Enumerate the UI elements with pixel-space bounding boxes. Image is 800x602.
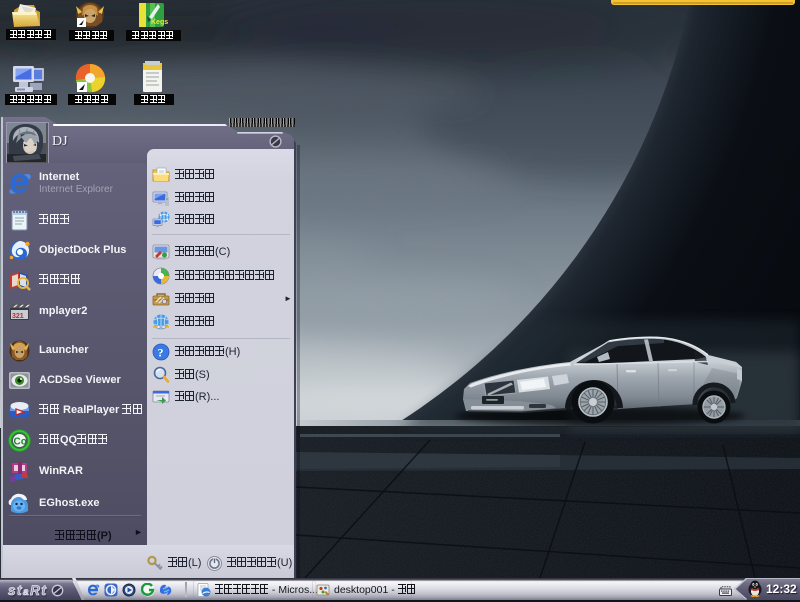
svg-text:Kegs: Kegs	[151, 19, 168, 26]
svg-text:321: 321	[12, 313, 24, 320]
svg-text:Co: Co	[14, 436, 27, 447]
svg-text:?: ?	[158, 346, 164, 360]
